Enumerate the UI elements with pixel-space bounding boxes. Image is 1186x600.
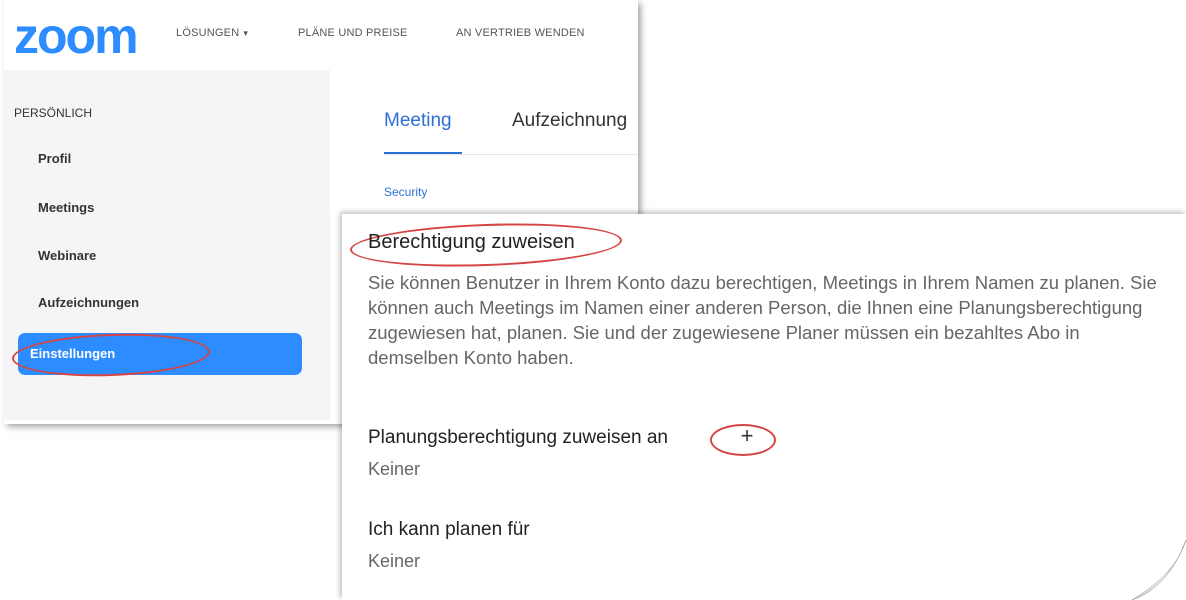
top-navigation: zoom LÖSUNGEN ▾ PLÄNE UND PREISE AN VERTR… — [4, 0, 638, 70]
nav-solutions[interactable]: LÖSUNGEN ▾ — [176, 27, 248, 39]
tab-divider — [384, 154, 638, 155]
sidebar-item-recordings[interactable]: Aufzeichnungen — [38, 295, 139, 310]
permission-detail-panel: Berechtigung zuweisen Sie können Benutze… — [342, 214, 1186, 600]
add-scheduler-button[interactable]: + — [734, 421, 760, 451]
sidebar-item-meetings[interactable]: Meetings — [38, 200, 94, 215]
sidebar: PERSÖNLICH Profil Meetings Webinare Aufz… — [4, 70, 330, 420]
nav-plans-pricing[interactable]: PLÄNE UND PREISE — [298, 27, 408, 39]
sidebar-item-profile[interactable]: Profil — [38, 151, 71, 166]
zoom-logo[interactable]: zoom — [14, 8, 139, 64]
assign-permission-label: Planungsberechtigung zuweisen an — [368, 427, 668, 448]
assign-permission-value: Keiner — [368, 459, 421, 479]
schedule-for-value: Keiner — [368, 551, 421, 571]
tab-meeting[interactable]: Meeting — [384, 110, 452, 132]
sidebar-heading: PERSÖNLICH — [14, 106, 93, 120]
permission-description: Sie können Benutzer in Ihrem Konto dazu … — [368, 272, 1157, 368]
active-tab-indicator — [384, 152, 462, 154]
page-curl-icon — [1132, 540, 1186, 600]
settings-content: Meeting Aufzeichnung Security — [330, 70, 638, 210]
sidebar-item-settings[interactable]: Einstellungen — [18, 333, 302, 375]
chevron-down-icon: ▾ — [243, 28, 249, 38]
sidebar-item-webinars[interactable]: Webinare — [38, 248, 96, 263]
permission-title: Berechtigung zuweisen — [368, 231, 575, 253]
schedule-for-label: Ich kann planen für — [368, 519, 530, 540]
nav-solutions-label: LÖSUNGEN — [176, 27, 240, 39]
tab-recording[interactable]: Aufzeichnung — [512, 110, 627, 132]
section-link-security[interactable]: Security — [384, 185, 427, 199]
nav-contact-sales[interactable]: AN VERTRIEB WENDEN — [456, 27, 585, 39]
